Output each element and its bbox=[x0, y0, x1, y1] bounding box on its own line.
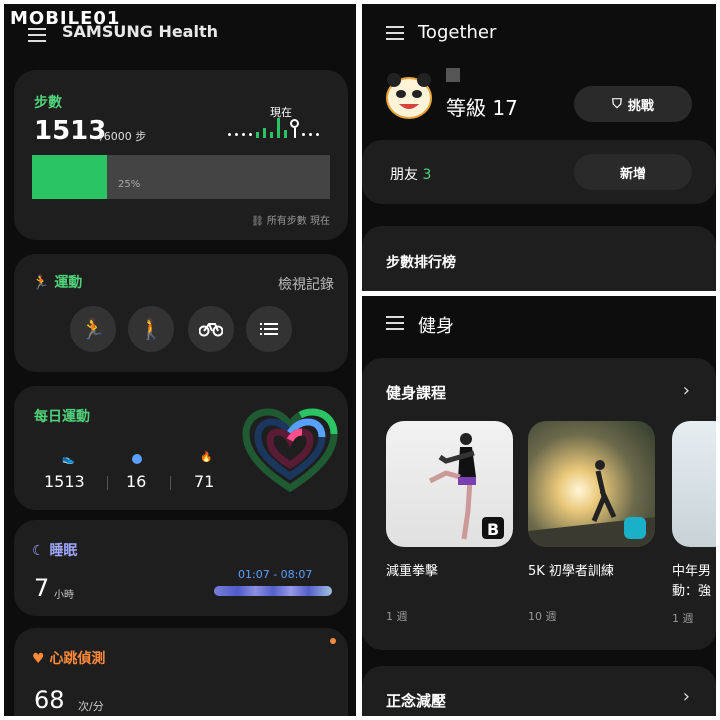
activity-rings-icon bbox=[242, 408, 338, 493]
leaderboard-title: 步數排行榜 bbox=[386, 255, 456, 271]
exercise-title: 運動 bbox=[54, 275, 83, 291]
course-name-line2: 動：強 bbox=[672, 584, 712, 599]
course-name: 中年男 bbox=[672, 564, 712, 579]
steps-progress-label: 25% bbox=[118, 179, 141, 190]
course-duration: 1 週 bbox=[386, 610, 408, 623]
steps-sparkline bbox=[228, 116, 319, 138]
steps-card[interactable]: 步數 1513 /6000 步 現在 25% ⛓ 所有步數 現在 bbox=[14, 70, 348, 240]
course-name: 減重拳擊 bbox=[386, 564, 439, 579]
friends-card[interactable]: 朋友 3 新增 bbox=[362, 140, 716, 204]
app-title: SAMSUNG Health bbox=[62, 22, 218, 41]
chevron-right-icon[interactable]: › bbox=[683, 686, 690, 707]
fitness-title: 健身 bbox=[418, 316, 454, 337]
courses-section-title: 健身課程 bbox=[386, 384, 447, 402]
cycling-icon[interactable] bbox=[188, 306, 234, 352]
sleep-card[interactable]: ☾ 睡眠 7 小時 01:07 - 08:07 bbox=[14, 520, 348, 616]
challenge-button[interactable]: ⛉ 挑戰 bbox=[574, 86, 692, 122]
steps-count: 1513 bbox=[34, 116, 107, 146]
link-icon: ⛓ bbox=[251, 216, 264, 227]
steps-title: 步數 bbox=[34, 95, 62, 111]
menu-icon[interactable] bbox=[386, 26, 404, 40]
running-small-icon: 🏃 bbox=[32, 275, 50, 291]
heart-value: 68 bbox=[34, 686, 65, 714]
sleep-range: 01:07 - 08:07 bbox=[238, 568, 313, 581]
fitness-panel: 健身 健身課程 › B 減重拳擊 1 週 5K 初學者訓練 10 週 中年男 動… bbox=[362, 296, 716, 716]
heart-unit: 次/分 bbox=[78, 700, 104, 713]
daily-activity-card[interactable]: 每日運動 👟 🔥 1513 16 71 bbox=[14, 386, 348, 510]
steps-goal: /6000 步 bbox=[100, 130, 147, 143]
daily-calories: 71 bbox=[194, 472, 215, 491]
divider bbox=[170, 476, 171, 490]
steps-progress-fill bbox=[32, 155, 107, 199]
course-image-boxing[interactable]: B bbox=[386, 421, 513, 547]
friends-text: 朋友 bbox=[390, 167, 418, 183]
challenge-label: 挑戰 bbox=[627, 98, 654, 114]
steps-footer: ⛓ 所有步數 現在 bbox=[251, 212, 330, 227]
chevron-right-icon[interactable]: › bbox=[683, 380, 690, 401]
friends-label: 朋友 3 bbox=[390, 164, 431, 184]
course-name: 5K 初學者訓練 bbox=[528, 564, 614, 579]
exercise-header: 🏃 運動 bbox=[32, 272, 82, 292]
course-image-midage[interactable] bbox=[672, 421, 716, 547]
leaderboard-card[interactable]: 步數排行榜 bbox=[362, 226, 716, 291]
view-records-link[interactable]: 檢視記錄 bbox=[278, 274, 334, 294]
sleep-stage-bar bbox=[214, 586, 332, 596]
running-icon[interactable]: 🏃 bbox=[70, 306, 116, 352]
exercise-card[interactable]: 🏃 運動 檢視記錄 🏃 🚶 bbox=[14, 254, 348, 372]
menu-icon[interactable] bbox=[386, 316, 404, 330]
sleep-header: ☾ 睡眠 bbox=[32, 540, 77, 560]
course-duration: 10 週 bbox=[528, 610, 557, 623]
menu-icon[interactable] bbox=[28, 28, 46, 42]
steps-progress-bar: 25% bbox=[32, 155, 330, 199]
daily-steps: 1513 bbox=[44, 472, 85, 491]
add-friend-button[interactable]: 新增 bbox=[574, 154, 692, 190]
status-square bbox=[446, 68, 460, 82]
together-panel: Together 等級 17 ⛉ 挑戰 朋友 3 新增 步數排行榜 bbox=[362, 4, 716, 291]
steps-footer-text: 所有步數 現在 bbox=[266, 216, 330, 227]
daily-minutes: 16 bbox=[126, 472, 147, 491]
walking-icon[interactable]: 🚶 bbox=[128, 306, 174, 352]
heart-icon: ♥ bbox=[32, 651, 45, 667]
mindfulness-card[interactable]: 正念減壓 › bbox=[362, 666, 716, 716]
sleep-value: 7 bbox=[34, 574, 50, 602]
heart-header: ♥ 心跳偵測 bbox=[32, 648, 105, 668]
notification-dot bbox=[330, 638, 336, 644]
avatar[interactable] bbox=[384, 68, 434, 122]
heart-title: 心跳偵測 bbox=[49, 651, 106, 667]
level-label: 等級 17 bbox=[446, 96, 518, 120]
daily-title: 每日運動 bbox=[34, 409, 90, 425]
heart-rate-card[interactable]: ♥ 心跳偵測 68 次/分 bbox=[14, 628, 348, 716]
together-title: Together bbox=[418, 22, 497, 43]
svg-text:B: B bbox=[487, 520, 499, 539]
mindfulness-title: 正念減壓 bbox=[386, 692, 447, 710]
sleep-title: 睡眠 bbox=[49, 543, 78, 559]
flame-icon: 🔥 bbox=[200, 452, 213, 463]
sleep-unit: 小時 bbox=[54, 590, 74, 601]
course-image-5k[interactable] bbox=[528, 421, 655, 547]
course-duration: 1 週 bbox=[672, 612, 694, 625]
left-panel: MOBILE01 SAMSUNG Health 步數 1513 /6000 步 … bbox=[4, 4, 356, 716]
friends-count: 3 bbox=[422, 167, 432, 183]
flag-icon: ⛉ bbox=[612, 96, 622, 112]
clock-icon bbox=[132, 454, 142, 464]
shoe-icon: 👟 bbox=[62, 454, 75, 465]
divider bbox=[107, 476, 108, 490]
list-icon[interactable] bbox=[246, 306, 292, 352]
moon-icon: ☾ bbox=[32, 543, 45, 559]
